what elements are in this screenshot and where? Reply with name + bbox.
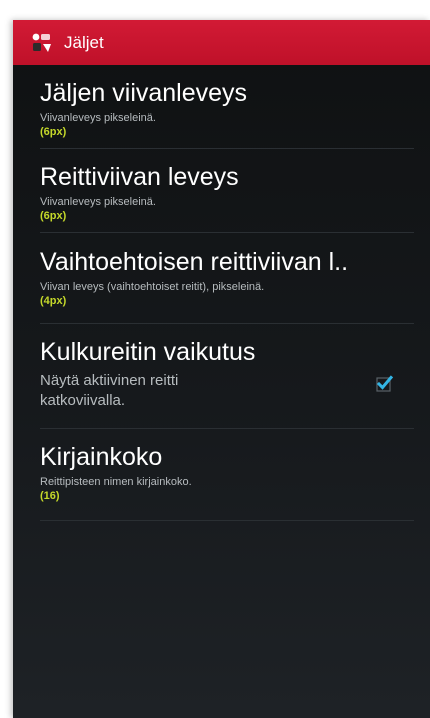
pref-alt-route-line-width[interactable]: Vaihtoehtoisen reittiviivan l.. Viivan l…	[40, 233, 414, 324]
pref-value: (6px)	[40, 126, 67, 138]
pref-summary-line: Näytä aktiivinen reitti	[40, 372, 179, 389]
pref-summary: Näytä aktiivinen reitti katkoviivalla.	[40, 371, 414, 411]
route-effect-checkbox[interactable]	[374, 374, 394, 394]
app-screen: Jäljet Jäljen viivanleveys Viivanleveys …	[13, 20, 430, 718]
app-logo-icon[interactable]	[31, 32, 55, 54]
pref-summary: Viivanleveys pikseleinä.	[40, 196, 156, 208]
pref-font-size[interactable]: Kirjainkoko Reittipisteen nimen kirjaink…	[40, 429, 414, 521]
pref-track-line-width[interactable]: Jäljen viivanleveys Viivanleveys piksele…	[40, 65, 414, 149]
pref-value: (16)	[40, 490, 60, 502]
action-bar: Jäljet	[13, 20, 430, 65]
screen-title: Jäljet	[64, 32, 104, 52]
pref-route-effect[interactable]: Kulkureitin vaikutus Näytä aktiivinen re…	[40, 324, 414, 429]
pref-value: (6px)	[40, 210, 67, 222]
pref-title: Kirjainkoko	[40, 443, 163, 471]
pref-title: Jäljen viivanleveys	[40, 79, 248, 107]
pref-title: Vaihtoehtoisen reittiviivan l..	[40, 248, 349, 276]
pref-summary-line: katkoviivalla.	[40, 392, 126, 409]
pref-summary: Reittipisteen nimen kirjainkoko.	[40, 476, 192, 488]
preferences-list: Jäljen viivanleveys Viivanleveys piksele…	[13, 65, 430, 521]
pref-title: Kulkureitin vaikutus	[40, 338, 256, 366]
pref-route-line-width[interactable]: Reittiviivan leveys Viivanleveys piksele…	[40, 149, 414, 233]
pref-value: (4px)	[40, 295, 67, 307]
pref-summary: Viivanleveys pikseleinä.	[40, 112, 156, 124]
pref-title: Reittiviivan leveys	[40, 163, 239, 191]
pref-summary: Viivan leveys (vaihtoehtoiset reitit), p…	[40, 281, 265, 293]
